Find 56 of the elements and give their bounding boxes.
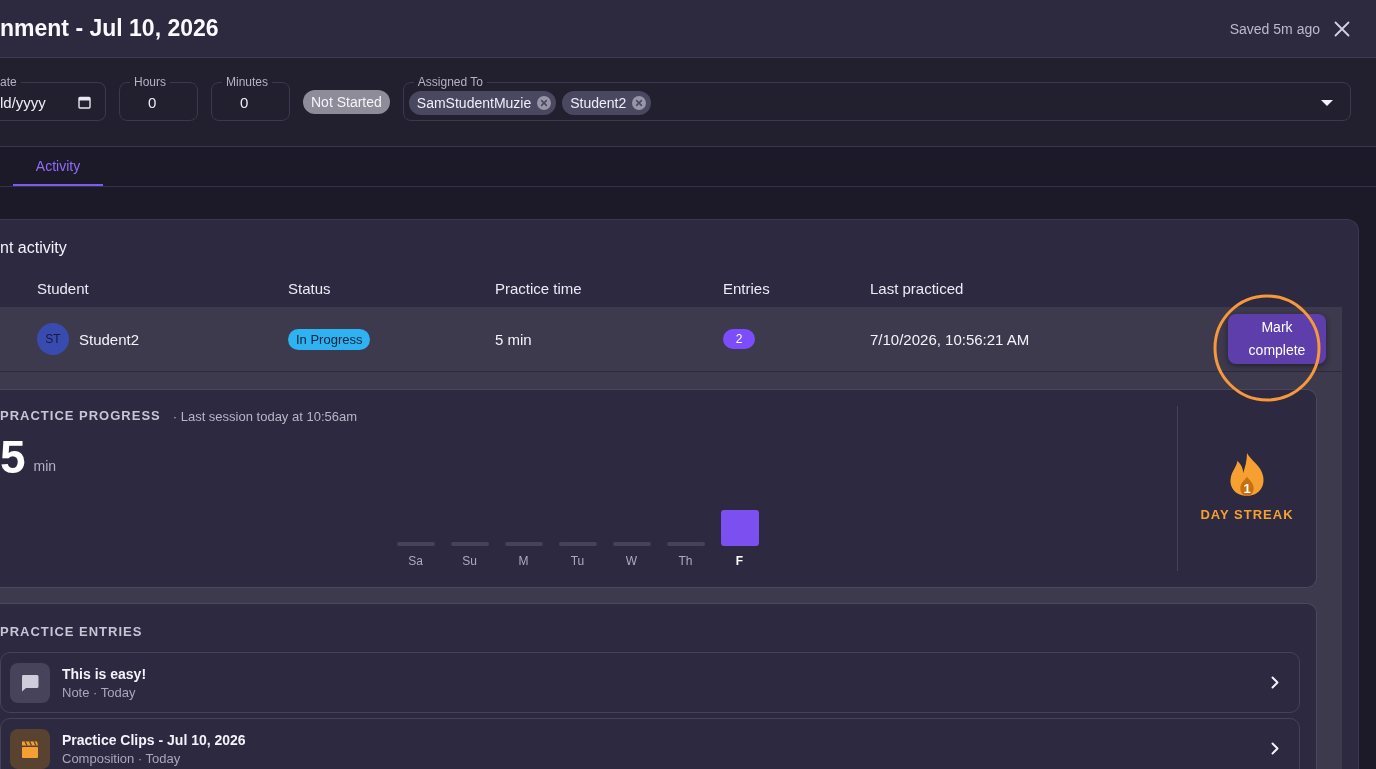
chevron-icon[interactable] (1271, 676, 1279, 689)
assignment-title: nment - Jul 10, 2026 (0, 15, 219, 42)
clapperboard-icon (10, 728, 50, 769)
date-field[interactable]: ate ld/yyyy (0, 75, 106, 121)
saved-status: Saved 5m ago (1229, 20, 1320, 37)
total-value: 5 (0, 432, 26, 482)
entry-subtitle: Note · Today (62, 684, 137, 700)
day-label: M (518, 554, 529, 568)
column-header: Status (288, 279, 332, 297)
day-label: F (735, 554, 744, 568)
streak-label: DAY STREAK (1200, 507, 1294, 522)
section-title: PRACTICE ENTRIES (0, 624, 143, 639)
remove-icon[interactable] (632, 95, 647, 110)
column-header: Student (37, 279, 90, 297)
field-label: ate (0, 75, 18, 89)
remove-icon[interactable] (537, 95, 552, 110)
calendar-icon[interactable] (78, 96, 91, 109)
unit-label: min (33, 458, 57, 476)
entry-item[interactable]: Practice Clips - Jul 10, 2026 Composition · Today (0, 718, 1300, 769)
table-row[interactable]: ST Student2 In Progress 5 min 2 7/10/2026, 10:56:21 AM Mark complete (0, 307, 1342, 372)
entry-subtitle: Composition · Today (62, 750, 182, 766)
column-header: Last practiced (870, 279, 965, 297)
minutes-field[interactable]: Minutes 0 (211, 75, 290, 121)
student-chip[interactable]: Student2 (562, 90, 652, 115)
status-badge: In Progress (288, 328, 371, 350)
entry-title: This is easy! (62, 665, 148, 683)
caret-icon[interactable] (1321, 99, 1333, 106)
student-chip[interactable]: SamStudentMuzie (408, 90, 557, 115)
close-icon[interactable] (1334, 20, 1350, 37)
mark-complete-button[interactable]: Mark complete (1228, 314, 1326, 364)
tab[interactable]: Activity (13, 147, 103, 186)
speech-bubble-icon (10, 662, 50, 703)
day-label: Th (678, 554, 693, 568)
day-label: Su (462, 554, 477, 568)
chevron-icon[interactable] (1271, 742, 1279, 755)
table-cell: Student2 (79, 330, 140, 348)
assigned-to-field[interactable]: Assigned To SamStudentMuzie Student2 (402, 75, 1351, 121)
hours-field[interactable]: Hours 0 (119, 75, 198, 121)
card-title: nt activity (0, 238, 68, 258)
entry-title: Practice Clips - Jul 10, 2026 (62, 731, 247, 749)
session-note: · Last session today at 10:56am (172, 408, 358, 424)
field-label: Minutes (225, 75, 270, 89)
day-label: W (625, 554, 638, 568)
count-badge: 2 (723, 329, 755, 349)
field-label: Hours (133, 75, 167, 89)
section-title: PRACTICE PROGRESS (0, 408, 161, 424)
entry-item[interactable]: This is easy! Note · Today (0, 652, 1300, 713)
avatar: ST (37, 323, 69, 355)
column-header: Practice time (495, 279, 583, 297)
day-label: Tu (570, 554, 585, 568)
streak-count: 1 (1242, 482, 1252, 496)
table-cell-text: 5 min (495, 330, 533, 348)
field-label: Assigned To (416, 75, 484, 89)
table-cell-text: 7/10/2026, 10:56:21 AM (870, 330, 1031, 348)
column-header: Entries (723, 279, 771, 297)
day-label: Sa (408, 554, 423, 568)
